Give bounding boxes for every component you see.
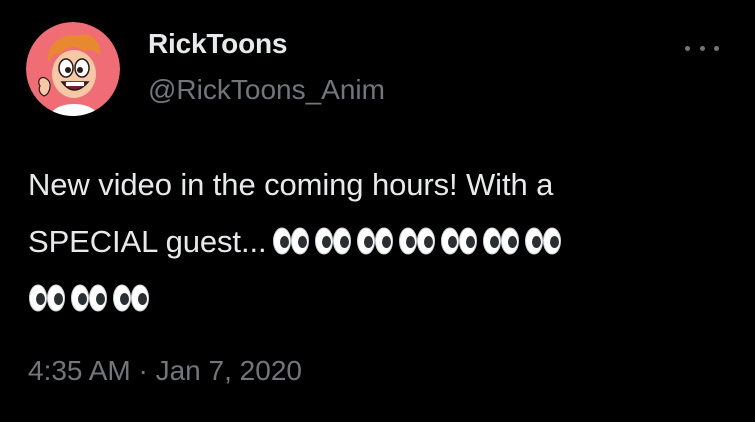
tweet-timestamp[interactable]: 4:35 AM · Jan 7, 2020	[28, 355, 302, 387]
avatar[interactable]	[26, 22, 120, 116]
emoji-row	[272, 226, 562, 256]
user-handle[interactable]: @RickToons_Anim	[148, 74, 385, 106]
tweet-text-line-2: SPECIAL guest...	[28, 213, 733, 270]
eyes-emoji-icon	[398, 226, 436, 256]
tweet-text-line-3	[28, 270, 733, 327]
eyes-emoji-icon	[112, 283, 150, 313]
tweet-card: RickToons @RickToons_Anim New video in t…	[0, 0, 755, 422]
eyes-emoji-icon	[524, 226, 562, 256]
eyes-emoji-icon	[28, 283, 66, 313]
tweet-text-line-1: New video in the coming hours! With a	[28, 167, 554, 202]
eyes-emoji-icon	[440, 226, 478, 256]
more-options-button[interactable]	[685, 40, 719, 56]
tweet-text: New video in the coming hours! With a SP…	[28, 156, 733, 327]
display-name[interactable]: RickToons	[148, 28, 287, 60]
more-horizontal-icon	[685, 45, 690, 51]
eyes-emoji-icon	[314, 226, 352, 256]
more-horizontal-icon	[714, 45, 719, 51]
emoji-row	[28, 283, 150, 313]
more-horizontal-icon	[699, 45, 705, 51]
eyes-emoji-icon	[356, 226, 394, 256]
eyes-emoji-icon	[482, 226, 520, 256]
tweet-text-line-2-words: SPECIAL guest...	[28, 224, 267, 259]
eyes-emoji-icon	[70, 283, 108, 313]
eyes-emoji-icon	[272, 226, 310, 256]
